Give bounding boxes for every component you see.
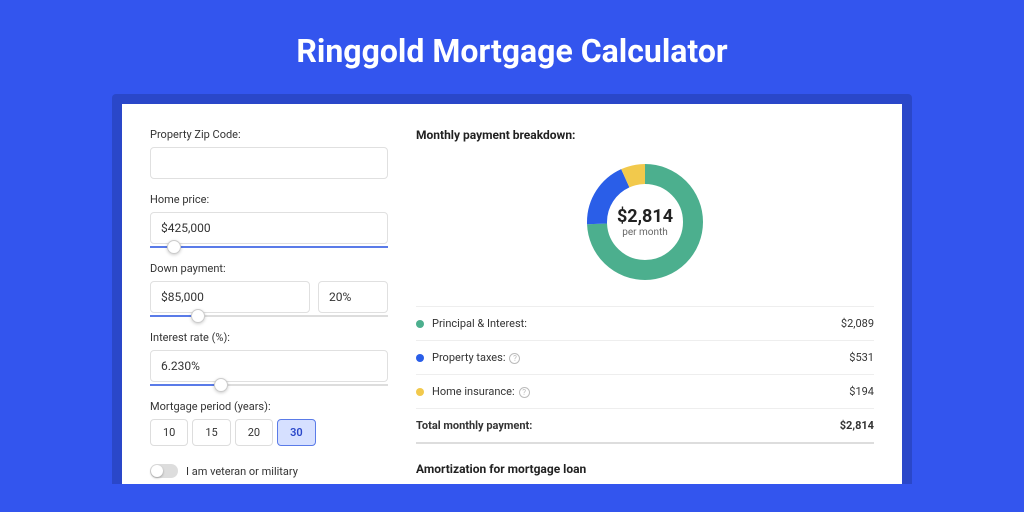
legend-label: Property taxes:? <box>432 351 849 364</box>
down-payment-label: Down payment: <box>150 262 388 275</box>
dot-icon <box>416 320 424 328</box>
donut-label: per month <box>617 227 673 238</box>
amortization-section: Amortization for mortgage loan Amortizat… <box>416 462 874 484</box>
down-payment-input[interactable] <box>150 281 310 313</box>
donut-center: $2,814 per month <box>617 206 673 238</box>
legend-label: Home insurance:? <box>432 385 849 398</box>
dot-icon <box>416 388 424 396</box>
down-payment-group: Down payment: <box>150 262 388 317</box>
veteran-toggle[interactable] <box>150 464 178 478</box>
donut-chart: $2,814 per month <box>416 162 874 282</box>
interest-group: Interest rate (%): <box>150 331 388 386</box>
home-price-label: Home price: <box>150 193 388 206</box>
legend: Principal & Interest: $2,089 Property ta… <box>416 306 874 444</box>
home-price-group: Home price: <box>150 193 388 248</box>
slider-thumb[interactable] <box>191 309 205 323</box>
card-wrap: Property Zip Code: Home price: Down paym… <box>112 94 912 484</box>
donut-value: $2,814 <box>617 206 673 227</box>
period-15[interactable]: 15 <box>192 419 230 446</box>
interest-slider[interactable] <box>150 384 388 386</box>
page-title: Ringgold Mortgage Calculator <box>0 32 1024 70</box>
dot-icon <box>416 354 424 362</box>
legend-row-insurance: Home insurance:? $194 <box>416 375 874 409</box>
total-label: Total monthly payment: <box>416 419 840 432</box>
legend-row-taxes: Property taxes:? $531 <box>416 341 874 375</box>
interest-label: Interest rate (%): <box>150 331 388 344</box>
slider-thumb[interactable] <box>214 378 228 392</box>
page-header: Ringgold Mortgage Calculator <box>0 0 1024 94</box>
period-label: Mortgage period (years): <box>150 400 388 413</box>
calculator-card: Property Zip Code: Home price: Down paym… <box>122 104 902 484</box>
legend-value: $2,089 <box>841 317 874 330</box>
legend-label: Principal & Interest: <box>432 317 841 330</box>
down-payment-pct-input[interactable] <box>318 281 388 313</box>
slider-thumb[interactable] <box>167 240 181 254</box>
legend-value: $194 <box>849 385 874 398</box>
breakdown-panel: Monthly payment breakdown: $2,814 per mo… <box>416 128 874 484</box>
veteran-label: I am veteran or military <box>186 465 298 478</box>
period-buttons: 10 15 20 30 <box>150 419 388 446</box>
period-30[interactable]: 30 <box>277 419 316 446</box>
legend-value: $531 <box>849 351 874 364</box>
amort-title: Amortization for mortgage loan <box>416 462 874 476</box>
home-price-slider[interactable] <box>150 246 388 248</box>
veteran-row: I am veteran or military <box>150 464 388 478</box>
zip-group: Property Zip Code: <box>150 128 388 179</box>
interest-input[interactable] <box>150 350 388 382</box>
legend-row-total: Total monthly payment: $2,814 <box>416 409 874 444</box>
zip-input[interactable] <box>150 147 388 179</box>
period-20[interactable]: 20 <box>235 419 273 446</box>
home-price-input[interactable] <box>150 212 388 244</box>
breakdown-title: Monthly payment breakdown: <box>416 128 874 142</box>
form-panel: Property Zip Code: Home price: Down paym… <box>150 128 388 484</box>
period-10[interactable]: 10 <box>150 419 188 446</box>
down-payment-slider[interactable] <box>150 315 388 317</box>
period-group: Mortgage period (years): 10 15 20 30 <box>150 400 388 446</box>
total-value: $2,814 <box>840 419 874 432</box>
help-icon[interactable]: ? <box>519 387 530 398</box>
help-icon[interactable]: ? <box>509 353 520 364</box>
legend-row-principal: Principal & Interest: $2,089 <box>416 307 874 341</box>
zip-label: Property Zip Code: <box>150 128 388 141</box>
